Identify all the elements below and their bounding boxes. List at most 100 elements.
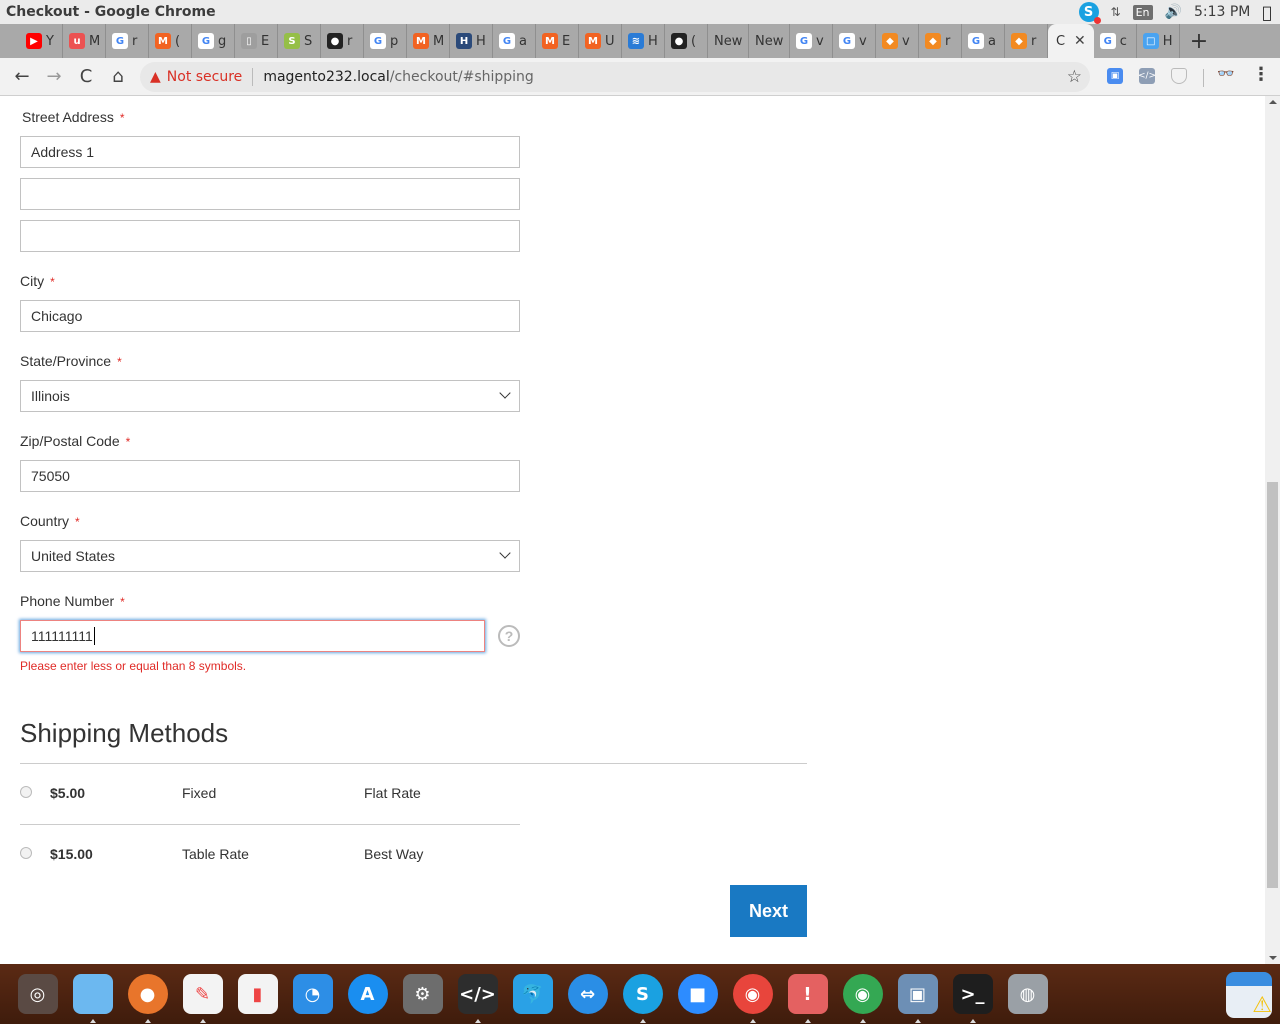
browser-tab[interactable]: M( (149, 24, 192, 58)
browser-tab[interactable]: Ga (962, 24, 1005, 58)
not-secure-label[interactable]: Not secure (167, 69, 243, 85)
scroll-down-arrow-icon[interactable] (1269, 956, 1277, 960)
browser-tab[interactable]: SS (278, 24, 321, 58)
street-line-2-input[interactable] (20, 178, 520, 210)
dock-app-sublime[interactable]: </> (450, 964, 505, 1024)
required-mark: * (75, 515, 80, 529)
state-select[interactable]: Illinois (20, 380, 520, 412)
chrome-menu-icon[interactable]: ⋮ (1252, 64, 1270, 85)
dock-app-disk[interactable]: ◍ (1000, 964, 1055, 1024)
back-button[interactable]: ← (6, 66, 38, 87)
browser-tab[interactable]: ME (536, 24, 579, 58)
extension-shield-icon[interactable] (1171, 68, 1187, 84)
street-line-3-input[interactable] (20, 220, 520, 252)
browser-tab[interactable]: Gp (364, 24, 407, 58)
incognito-icon[interactable]: 👓 (1217, 66, 1234, 82)
browser-tab[interactable]: Gv (790, 24, 833, 58)
browser-tab[interactable]: Ga (493, 24, 536, 58)
zip-input[interactable]: 75050 (20, 460, 520, 492)
running-indicator (89, 1019, 96, 1023)
browser-tab-active[interactable]: C ✕ (1048, 24, 1094, 58)
browser-tab[interactable]: ◆ r (919, 24, 962, 58)
browser-toolbar: ← → C ⌂ ▲ Not secure magento232.local/ch… (0, 58, 1280, 96)
browser-tab[interactable]: ● r (321, 24, 364, 58)
country-label: Country * (20, 513, 80, 529)
browser-tab[interactable]: HH (450, 24, 493, 58)
dock-app-calc[interactable]: ▮ (230, 964, 285, 1024)
browser-tab[interactable]: □ H (1137, 24, 1180, 58)
reload-button[interactable]: C (70, 66, 102, 87)
scroll-thumb[interactable] (1267, 482, 1278, 888)
next-button[interactable]: Next (730, 885, 807, 937)
browser-tab[interactable]: uM (63, 24, 106, 58)
language-indicator[interactable]: En (1132, 4, 1153, 20)
shipping-method-radio[interactable] (20, 786, 32, 798)
clock[interactable]: 5:13 PM (1194, 4, 1250, 20)
shipping-method-radio[interactable] (20, 847, 32, 859)
extension-icon-1[interactable]: ▣ (1107, 68, 1123, 84)
forward-button[interactable]: → (38, 66, 70, 87)
scroll-up-arrow-icon[interactable] (1269, 100, 1277, 104)
toolbar-divider (1203, 69, 1204, 87)
dock-app-image-viewer[interactable]: ▣ (890, 964, 945, 1024)
browser-tab[interactable]: ▯ E (235, 24, 278, 58)
browser-tab[interactable]: ≋ H (622, 24, 665, 58)
dock-app-alert[interactable]: ! (780, 964, 835, 1024)
apple-icon[interactable]:  (1262, 3, 1272, 22)
url-path[interactable]: /checkout/#shipping (390, 69, 534, 85)
tab-title: a (988, 33, 996, 49)
browser-tab[interactable]: ◆ r (1005, 24, 1048, 58)
dock-app-settings[interactable]: ⚙ (395, 964, 450, 1024)
page-scrollbar[interactable] (1265, 96, 1280, 964)
volume-icon[interactable]: 🔊 (1165, 4, 1182, 20)
dock-app-chrome[interactable]: ◉ (725, 964, 780, 1024)
browser-tab[interactable]: New (749, 24, 790, 58)
address-bar[interactable]: ▲ Not secure magento232.local/checkout/#… (140, 62, 1090, 92)
network-icon[interactable]: ⇅ (1111, 5, 1121, 19)
dock-app-app-store[interactable]: A (340, 964, 395, 1024)
browser-tab[interactable]: ●( (665, 24, 708, 58)
dock-app-mysql-workbench[interactable]: 🐬 (505, 964, 560, 1024)
browser-tab[interactable]: Gr (106, 24, 149, 58)
dock-app-teamviewer[interactable]: ⇔ (560, 964, 615, 1024)
home-button[interactable]: ⌂ (102, 66, 134, 87)
skype-tray-icon[interactable]: S (1078, 2, 1101, 24)
new-tab-button[interactable]: + (1180, 29, 1218, 54)
city-label: City * (20, 273, 55, 289)
tab-title: g (218, 33, 227, 49)
browser-tab[interactable]: MM (407, 24, 450, 58)
browser-tab[interactable]: Gg (192, 24, 235, 58)
running-indicator (914, 1019, 921, 1023)
browser-tab[interactable]: ◆ v (876, 24, 919, 58)
phone-input[interactable]: 111111111 (20, 620, 485, 652)
running-indicator (969, 1019, 976, 1023)
bookmark-star-icon[interactable]: ☆ (1067, 67, 1082, 87)
dock-app-firefox[interactable]: ● (120, 964, 175, 1024)
browser-tab[interactable]: ▶ Y (20, 24, 63, 58)
url-host[interactable]: magento232.local (263, 69, 389, 85)
dock-app-trash[interactable]: ⚠ (1226, 972, 1272, 1018)
dock-app-ubuntu[interactable]: ◎ (10, 964, 65, 1024)
dock-app-chrome-2[interactable]: ◉ (835, 964, 890, 1024)
dock-app-terminal[interactable]: >_ (945, 964, 1000, 1024)
browser-tab[interactable]: Gc (1094, 24, 1137, 58)
running-indicator (474, 1019, 481, 1023)
teamviewer-icon: ⇔ (567, 974, 608, 1014)
extension-code-icon[interactable]: </> (1138, 68, 1156, 84)
country-select[interactable]: United States (20, 540, 520, 572)
dock-app-skype[interactable]: S (615, 964, 670, 1024)
dock-app-impress[interactable]: ◔ (285, 964, 340, 1024)
chat-icon: □ (1142, 33, 1159, 49)
city-input[interactable]: Chicago (20, 300, 520, 332)
close-tab-icon[interactable]: ✕ (1074, 33, 1086, 49)
browser-tab[interactable]: New (708, 24, 749, 58)
warning-icon[interactable]: ▲ (150, 69, 161, 85)
browser-tab[interactable]: Gv (833, 24, 876, 58)
help-icon[interactable]: ? (498, 625, 520, 647)
disk-icon: ◍ (1007, 974, 1048, 1014)
dock-app-writer[interactable]: ✎ (175, 964, 230, 1024)
dock-app-zoom[interactable]: ■ (670, 964, 725, 1024)
dock-app-files[interactable] (65, 964, 120, 1024)
street-line-1-input[interactable]: Address 1 (20, 136, 520, 168)
browser-tab[interactable]: MU (579, 24, 622, 58)
